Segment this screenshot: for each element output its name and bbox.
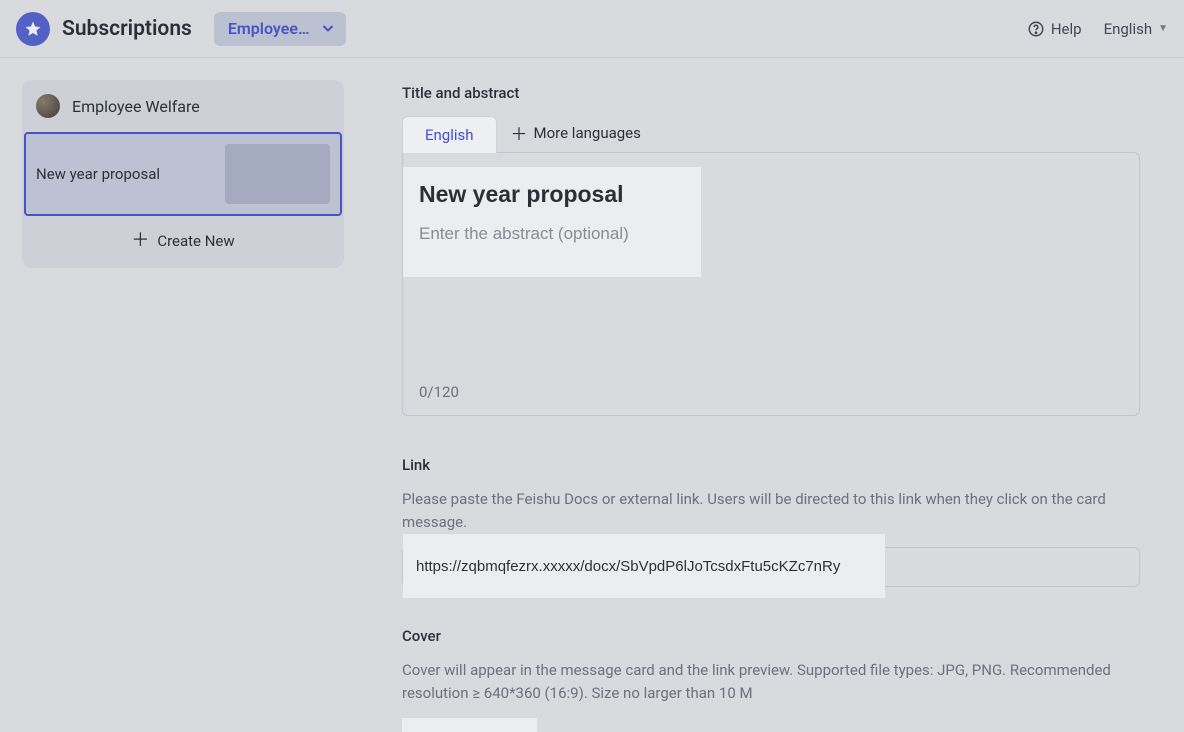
plus-icon: ＋ [131, 232, 149, 250]
cover-section: Cover Cover will appear in the message c… [402, 627, 1140, 732]
title-abstract-label: Title and abstract [402, 84, 1140, 102]
workspace-dropdown-label: Employee… [228, 19, 310, 38]
title-input[interactable] [419, 181, 685, 208]
plus-icon: ＋ [511, 120, 528, 145]
sidebar: Employee Welfare New year proposal ＋ Cre… [0, 58, 366, 732]
tab-english[interactable]: English [402, 116, 497, 153]
sidebar-item-thumbnail [225, 144, 330, 204]
abstract-char-count: 0/120 [419, 383, 459, 401]
chevron-down-icon [322, 19, 334, 38]
sidebar-card: Employee Welfare New year proposal ＋ Cre… [22, 80, 344, 268]
cover-help-text: Cover will appear in the message card an… [402, 659, 1140, 704]
help-link[interactable]: Help [1027, 20, 1082, 38]
sidebar-item-label: New year proposal [36, 165, 160, 183]
title-abstract-editor: 0/120 [402, 152, 1140, 416]
create-new-label: Create New [157, 232, 234, 250]
sidebar-item[interactable]: New year proposal [24, 132, 342, 216]
topbar: Subscriptions Employee… Help English ▼ [0, 0, 1184, 58]
main-panel: Title and abstract English ＋ More langua… [366, 58, 1184, 732]
sidebar-group-title: Employee Welfare [72, 97, 200, 116]
workspace-dropdown[interactable]: Employee… [214, 12, 346, 46]
link-help-text: Please paste the Feishu Docs or external… [402, 488, 1140, 533]
app-title: Subscriptions [62, 17, 192, 41]
more-languages-button[interactable]: ＋ More languages [511, 120, 641, 153]
link-input-wrapper [402, 547, 1140, 587]
triangle-down-icon: ▼ [1158, 23, 1168, 34]
abstract-input[interactable] [419, 224, 685, 244]
cover-label: Cover [402, 627, 1140, 645]
app-logo-icon [16, 12, 50, 46]
create-new-button[interactable]: ＋ Create New [22, 216, 344, 268]
help-icon [1027, 20, 1045, 38]
help-label: Help [1051, 20, 1082, 38]
link-input[interactable] [416, 558, 885, 575]
cover-upload-button[interactable]: ＋ [402, 718, 537, 732]
more-languages-label: More languages [534, 124, 641, 142]
link-section: Link Please paste the Feishu Docs or ext… [402, 456, 1140, 587]
avatar [36, 94, 60, 118]
language-label: English [1104, 20, 1153, 38]
sidebar-group-header[interactable]: Employee Welfare [22, 80, 344, 132]
topbar-right: Help English ▼ [1027, 20, 1168, 38]
link-label: Link [402, 456, 1140, 474]
language-tabs: English ＋ More languages [402, 116, 1140, 153]
language-dropdown[interactable]: English ▼ [1104, 20, 1168, 38]
